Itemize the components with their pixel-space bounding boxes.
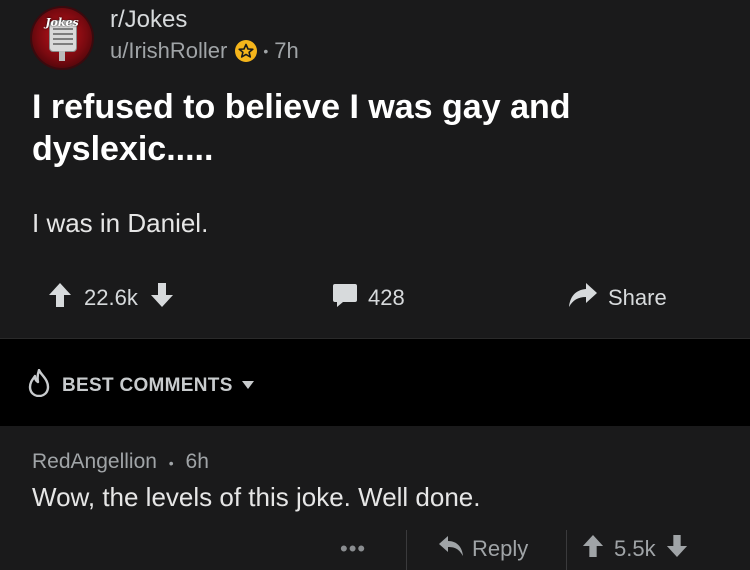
post-userline: u/IrishRoller • 7h [110, 37, 299, 65]
post-vote: 22.6k [48, 282, 174, 313]
meta-separator: • [263, 43, 269, 59]
post-card: Jokes r/Jokes u/IrishRoller • 7h I refus… [0, 0, 750, 338]
comment-time: 6h [185, 450, 209, 473]
downvote-arrow-icon[interactable] [666, 534, 688, 563]
comment-bubble-icon [332, 282, 358, 313]
reply-button[interactable]: Reply [438, 534, 528, 563]
comment-vote: 5.5k [582, 534, 688, 563]
post-body: I was in Daniel. [32, 208, 209, 238]
share-label: Share [608, 284, 667, 310]
post-author[interactable]: u/IrishRoller [110, 37, 227, 65]
comment-sort-bar: BEST COMMENTS [0, 338, 750, 428]
comment-author[interactable]: RedAngellion [32, 450, 157, 473]
post-score: 22.6k [84, 284, 138, 310]
subreddit-avatar[interactable]: Jokes [32, 8, 92, 68]
flame-icon [26, 368, 52, 402]
more-options-button[interactable]: ••• [340, 536, 366, 562]
comment-body: Wow, the levels of this joke. Well done. [32, 482, 481, 512]
comment-meta-separator: • [168, 455, 174, 471]
post-meta: r/Jokes u/IrishRoller • 7h [110, 5, 299, 65]
comment-meta: RedAngellion • 6h [32, 450, 209, 474]
share-arrow-icon [568, 282, 598, 313]
star-badge-icon [235, 40, 258, 62]
avatar-logo-text: Jokes [45, 16, 79, 29]
upvote-arrow-icon[interactable] [582, 534, 604, 563]
action-divider [406, 530, 407, 570]
comments-button[interactable]: 428 [332, 282, 405, 313]
downvote-arrow-icon[interactable] [150, 282, 174, 313]
post-title[interactable]: I refused to believe I was gay and dysle… [32, 86, 722, 170]
comments-count: 428 [368, 284, 405, 310]
upvote-arrow-icon[interactable] [48, 282, 72, 313]
post-time: 7h [274, 38, 299, 63]
share-button[interactable]: Share [568, 282, 667, 313]
comment-actions: ••• Reply 5.5k [0, 530, 750, 570]
chevron-down-icon [241, 377, 255, 395]
post-actions: 22.6k 428 Share [0, 278, 750, 318]
sort-label: BEST COMMENTS [62, 374, 233, 396]
subreddit-name[interactable]: r/Jokes [110, 5, 299, 35]
comment-score: 5.5k [614, 535, 656, 561]
action-divider [566, 530, 567, 570]
sort-dropdown[interactable]: BEST COMMENTS [26, 368, 255, 402]
comment: RedAngellion • 6h Wow, the levels of thi… [0, 426, 750, 570]
reply-arrow-icon [438, 534, 464, 563]
reply-label: Reply [472, 535, 529, 561]
